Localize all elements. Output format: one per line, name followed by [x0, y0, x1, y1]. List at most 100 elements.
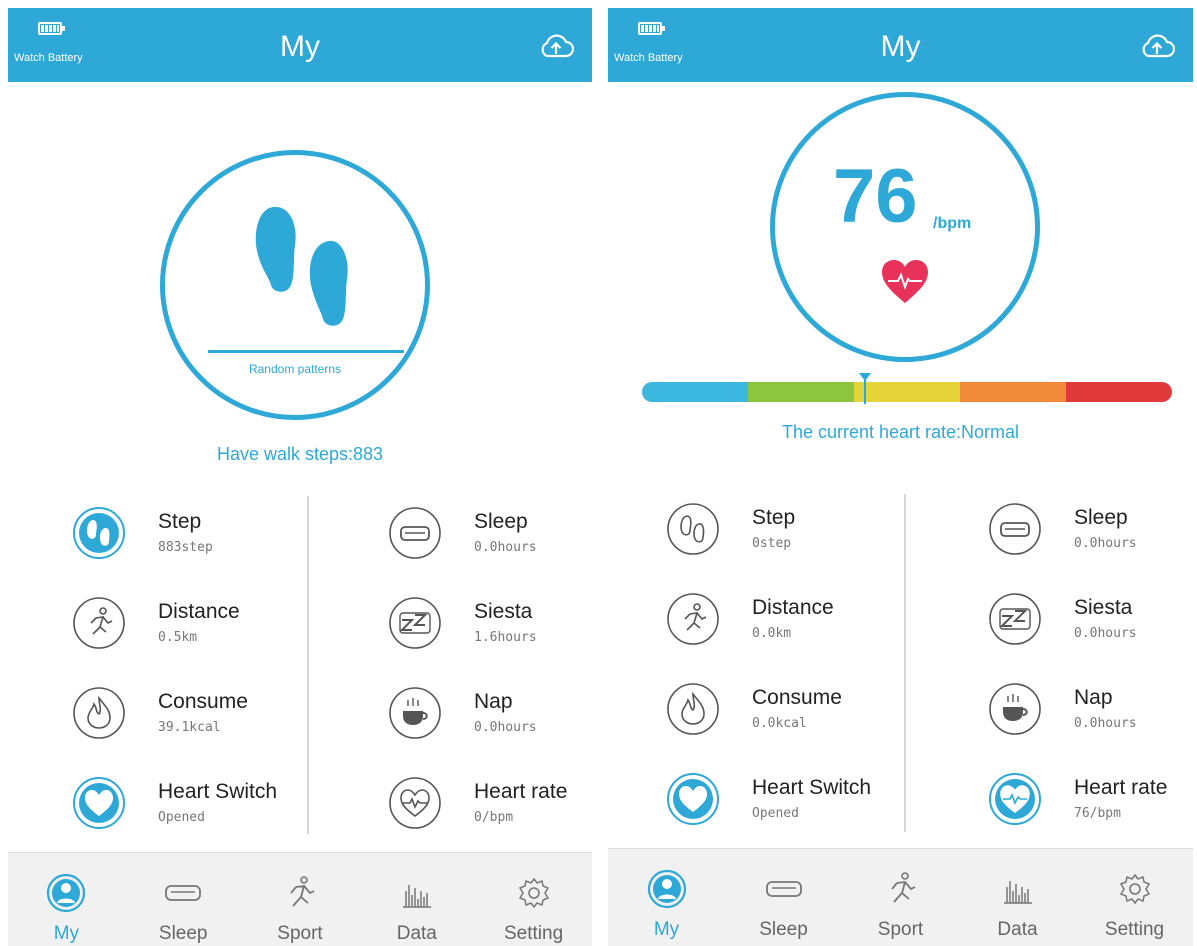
tab-label: Setting [504, 923, 564, 944]
bar-chart-icon [1003, 881, 1032, 904]
stat-item-consume[interactable]: Consume 39.1kcal [72, 686, 332, 756]
stat-item-siesta[interactable]: Siesta 1.6hours [388, 596, 600, 666]
stat-name: Consume [158, 690, 248, 713]
stat-item-heart-rate[interactable]: Heart rate 0/bpm [388, 776, 600, 846]
bed-icon [165, 885, 202, 901]
bed-icon [389, 507, 441, 559]
bed-icon [989, 503, 1041, 555]
tab-setting[interactable]: Setting [475, 853, 592, 946]
stat-item-siesta[interactable]: Siesta 0.0hours [988, 592, 1197, 662]
stat-value: 0.0km [752, 626, 792, 641]
cup-icon [989, 683, 1041, 735]
zz-icon [989, 593, 1041, 645]
stat-item-sleep[interactable]: Sleep 0.0hours [388, 506, 600, 576]
stat-item-distance[interactable]: Distance 0.5km [72, 596, 332, 666]
stat-name: Nap [1074, 686, 1113, 709]
stat-value: 0.0kcal [752, 716, 807, 731]
cloud-upload-icon[interactable] [1139, 32, 1175, 60]
tab-sleep[interactable]: Sleep [725, 849, 842, 946]
stat-item-consume[interactable]: Consume 0.0kcal [666, 682, 926, 752]
bpm-unit: /bpm [933, 215, 972, 232]
stat-item-step[interactable]: Step 0step [666, 502, 926, 572]
person-icon [647, 869, 686, 909]
stat-name: Consume [752, 686, 842, 709]
stat-value: 0.0hours [474, 720, 537, 735]
stat-value: 0/bpm [474, 810, 514, 825]
heart-rate-status: The current heart rate:Normal [781, 422, 1020, 442]
stat-item-heart-switch[interactable]: Heart Switch Opened [72, 776, 332, 846]
stat-name: Siesta [474, 600, 533, 623]
tab-my[interactable]: My [8, 853, 125, 946]
person-icon [47, 873, 86, 913]
flame-icon [667, 683, 719, 735]
stat-item-step[interactable]: Step 883step [72, 506, 332, 576]
stat-name: Heart rate [1074, 776, 1168, 799]
tab-my[interactable]: My [608, 849, 725, 946]
stat-value: 0.0hours [1074, 536, 1137, 551]
tab-label: Sleep [158, 923, 208, 944]
tab-sleep[interactable]: Sleep [125, 853, 242, 946]
cup-icon [389, 687, 441, 739]
bar-chart-icon [402, 885, 431, 908]
stat-value: 1.6hours [474, 630, 537, 645]
heart-icon [73, 777, 125, 829]
stat-value: 0.0hours [1074, 716, 1137, 731]
circle-mode-label: Random patterns [248, 362, 342, 376]
tab-label: Sleep [759, 919, 808, 940]
stat-value: 0step [752, 536, 792, 551]
stat-value: 0.0hours [474, 540, 537, 555]
divider [208, 350, 404, 353]
footsteps-icon [255, 206, 348, 326]
walk-steps-caption: Have walk steps:883 [216, 444, 384, 464]
tab-data[interactable]: Data [358, 853, 475, 946]
bottom-nav: My Sleep Sport Data Setting [608, 848, 1193, 946]
rate-zone-4 [960, 382, 1066, 402]
tab-label: Sport [877, 919, 924, 940]
tab-sport[interactable]: Sport [842, 849, 959, 946]
stat-item-distance[interactable]: Distance 0.0km [666, 592, 926, 662]
rate-marker-icon [858, 373, 871, 404]
zz-icon [389, 597, 441, 649]
stat-item-heart-switch[interactable]: Heart Switch Opened [666, 772, 926, 842]
bottom-nav: My Sleep Sport Data Setting [8, 852, 592, 946]
footsteps-icon [73, 507, 125, 559]
stat-item-nap[interactable]: Nap 0.0hours [388, 686, 600, 756]
gear-icon [518, 877, 549, 909]
flame-icon [73, 687, 125, 739]
app-header: Watch Battery My [8, 8, 592, 82]
tab-sport[interactable]: Sport [242, 853, 359, 946]
stat-name: Nap [474, 690, 513, 713]
tab-label: My [53, 923, 80, 944]
stat-value: 39.1kcal [158, 720, 221, 735]
cloud-upload-icon[interactable] [538, 32, 574, 60]
stat-value: 76/bpm [1074, 806, 1121, 821]
stat-name: Siesta [1074, 596, 1133, 619]
heart-rate-scale [642, 382, 1172, 402]
tab-setting[interactable]: Setting [1076, 849, 1193, 946]
rate-zone-5 [1066, 382, 1172, 402]
stat-name: Step [158, 510, 202, 533]
runner-icon [667, 593, 719, 645]
stat-value: 0.0hours [1074, 626, 1137, 641]
stat-name: Distance [752, 596, 834, 619]
tab-data[interactable]: Data [959, 849, 1076, 946]
footsteps-icon [667, 503, 719, 555]
steps-circle[interactable]: Random patterns [160, 150, 430, 420]
bpm-value: 76 [833, 154, 918, 239]
stat-name: Heart rate [474, 780, 568, 803]
screen-heart-rate: Watch Battery My 76 /bpm The current hea… [604, 0, 1197, 946]
runner-icon [73, 597, 125, 649]
stat-value: Opened [158, 810, 205, 825]
stat-item-nap[interactable]: Nap 0.0hours [988, 682, 1197, 752]
heart-rate-circle[interactable]: 76 /bpm [770, 92, 1040, 362]
rate-zone-2 [748, 382, 854, 402]
stat-item-sleep[interactable]: Sleep 0.0hours [988, 502, 1197, 572]
tab-label: Setting [1104, 919, 1165, 940]
stat-value: 883step [158, 540, 213, 555]
stat-value: 0.5km [158, 630, 198, 645]
rate-zone-1 [642, 382, 748, 402]
stat-name: Step [752, 506, 796, 529]
stat-value: Opened [752, 806, 799, 821]
stat-item-heart-rate[interactable]: Heart rate 76/bpm [988, 772, 1197, 842]
heart-rate-icon [389, 777, 441, 829]
